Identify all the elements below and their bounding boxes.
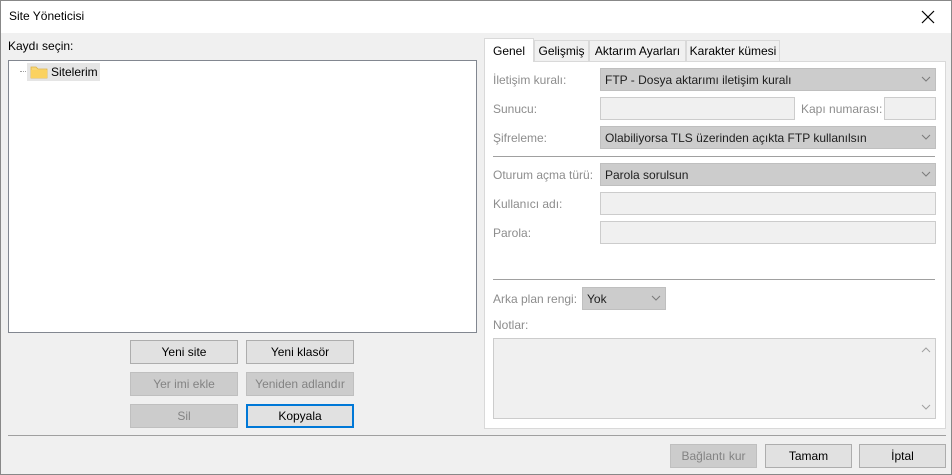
encryption-label: Şifreleme: — [493, 131, 548, 145]
rename-button[interactable]: Yeniden adlandır — [246, 372, 354, 396]
chevron-down-icon — [921, 134, 931, 140]
protocol-value: FTP - Dosya aktarımı iletişim kuralı — [605, 72, 792, 87]
protocol-select[interactable]: FTP - Dosya aktarımı iletişim kuralı — [600, 68, 936, 91]
site-manager-window: Site Yöneticisi Kaydı seçin: Sitelerim Y… — [0, 0, 952, 475]
user-input[interactable] — [600, 192, 936, 215]
select-entry-label: Kaydı seçin: — [8, 39, 74, 53]
password-input[interactable] — [600, 221, 936, 244]
copy-button[interactable]: Kopyala — [246, 404, 354, 428]
site-tree[interactable]: Sitelerim — [8, 60, 477, 333]
scroll-down-icon[interactable] — [921, 402, 931, 412]
ok-button[interactable]: Tamam — [765, 444, 852, 468]
logon-type-select[interactable]: Parola sorulsun — [600, 163, 936, 186]
bg-color-label: Arka plan rengi: — [493, 292, 578, 306]
bg-color-select[interactable]: Yok — [582, 287, 666, 310]
close-icon — [921, 10, 935, 23]
tree-item-label: Sitelerim — [51, 65, 98, 79]
new-site-button[interactable]: Yeni site — [130, 340, 238, 364]
folder-icon — [30, 66, 48, 79]
chevron-down-icon — [651, 295, 661, 301]
new-folder-button[interactable]: Yeni klasör — [246, 340, 354, 364]
encryption-select[interactable]: Olabiliyorsa TLS üzerinden açıkta FTP ku… — [600, 126, 936, 149]
port-input[interactable] — [884, 97, 936, 120]
add-bookmark-button[interactable]: Yer imi ekle — [130, 372, 238, 396]
tab-charset[interactable]: Karakter kümesi — [686, 40, 780, 61]
delete-button[interactable]: Sil — [130, 404, 238, 428]
logon-type-value: Parola sorulsun — [605, 167, 689, 182]
chevron-down-icon — [921, 171, 931, 177]
notes-label: Notlar: — [493, 318, 529, 332]
scroll-up-icon[interactable] — [921, 345, 931, 355]
logon-type-label: Oturum açma türü: — [493, 168, 594, 182]
connect-button[interactable]: Bağlantı kur — [670, 444, 757, 468]
separator — [493, 279, 935, 280]
bg-color-value: Yok — [587, 291, 607, 306]
chevron-down-icon — [921, 76, 931, 82]
tree-item-sitelerim[interactable]: Sitelerim — [27, 63, 100, 81]
window-title: Site Yöneticisi — [9, 9, 85, 23]
footer-separator — [8, 435, 946, 436]
user-label: Kullanıcı adı: — [493, 197, 563, 211]
encryption-value: Olabiliyorsa TLS üzerinden açıkta FTP ku… — [605, 130, 867, 145]
title-bar: Site Yöneticisi — [1, 1, 951, 33]
password-label: Parola: — [493, 226, 532, 240]
separator — [493, 156, 935, 157]
tab-general[interactable]: Genel — [484, 38, 534, 62]
tab-advanced[interactable]: Gelişmiş — [534, 40, 589, 61]
notes-textarea[interactable] — [493, 338, 936, 419]
host-label: Sunucu: — [493, 102, 538, 116]
port-label: Kapı numarası: — [801, 102, 883, 116]
close-button[interactable] — [905, 1, 951, 32]
tab-transfer-settings[interactable]: Aktarım Ayarları — [589, 40, 686, 61]
host-input[interactable] — [600, 97, 795, 120]
protocol-label: İletişim kuralı: — [493, 73, 567, 87]
cancel-button[interactable]: İptal — [859, 444, 946, 468]
